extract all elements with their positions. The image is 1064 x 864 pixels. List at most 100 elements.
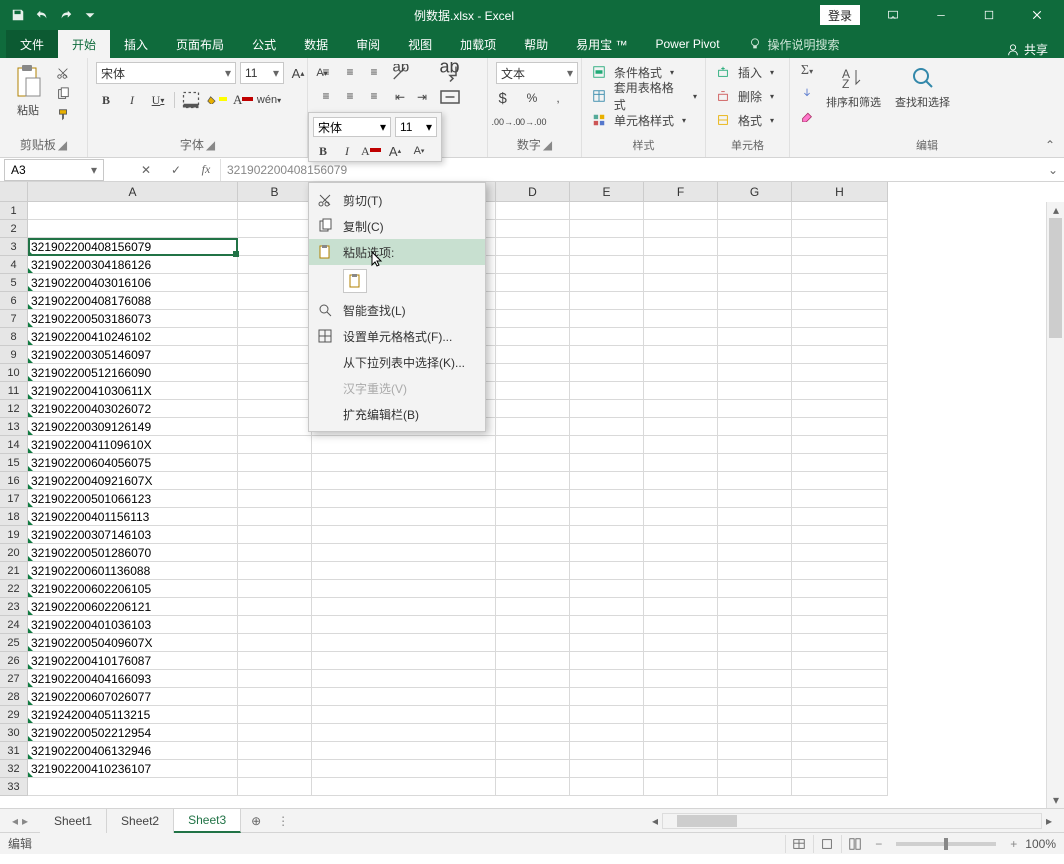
cell[interactable] [570, 544, 644, 562]
cell[interactable] [792, 346, 888, 364]
worksheet-grid[interactable]: A B C D E F G H 123321902200408156079432… [0, 182, 1064, 808]
cell[interactable] [312, 634, 496, 652]
cell[interactable] [718, 256, 792, 274]
cell[interactable] [792, 436, 888, 454]
cell[interactable] [496, 652, 570, 670]
cell[interactable] [312, 760, 496, 778]
mini-bold[interactable]: B [313, 141, 333, 161]
cell[interactable] [28, 778, 238, 796]
cell[interactable] [238, 634, 312, 652]
cell[interactable] [718, 220, 792, 238]
cell[interactable]: 321902200401156113 [28, 508, 238, 526]
cell[interactable]: 321902200404166093 [28, 670, 238, 688]
cell[interactable] [792, 490, 888, 508]
align-bottom-icon[interactable]: ≡ [364, 62, 384, 82]
cell[interactable] [312, 472, 496, 490]
cell[interactable] [644, 202, 718, 220]
scroll-down-icon[interactable]: ▾ [1047, 792, 1064, 808]
cell[interactable] [792, 634, 888, 652]
zoom-slider[interactable] [896, 842, 996, 846]
cell[interactable] [644, 490, 718, 508]
cell[interactable] [496, 274, 570, 292]
row-header[interactable]: 29 [0, 706, 28, 724]
align-center-icon[interactable]: ≡ [340, 86, 360, 106]
tab-layout[interactable]: 页面布局 [162, 30, 238, 58]
cell[interactable]: 321902200503186073 [28, 310, 238, 328]
phonetic-icon[interactable]: wén▾ [259, 90, 279, 110]
row-header[interactable]: 5 [0, 274, 28, 292]
cell[interactable]: 321902200601136088 [28, 562, 238, 580]
ctx-cut[interactable]: 剪切(T) [309, 187, 485, 213]
cell[interactable] [792, 292, 888, 310]
format-as-table-button[interactable]: 套用表格格式▾ [590, 86, 697, 106]
orientation-icon[interactable]: ab [390, 64, 410, 84]
cell[interactable] [644, 634, 718, 652]
cell[interactable] [792, 364, 888, 382]
cell[interactable] [792, 670, 888, 688]
cell[interactable] [792, 256, 888, 274]
cell[interactable] [718, 598, 792, 616]
cell[interactable]: 32190220040921607X [28, 472, 238, 490]
row-header[interactable]: 12 [0, 400, 28, 418]
row-header[interactable]: 23 [0, 598, 28, 616]
cell[interactable] [718, 778, 792, 796]
cell[interactable] [238, 724, 312, 742]
cell[interactable] [496, 634, 570, 652]
align-top-icon[interactable]: ≡ [316, 62, 336, 82]
cell[interactable] [570, 670, 644, 688]
cell[interactable] [644, 598, 718, 616]
col-header[interactable]: E [570, 182, 644, 202]
cell[interactable] [238, 364, 312, 382]
col-header[interactable]: H [792, 182, 888, 202]
cell[interactable] [644, 652, 718, 670]
ctx-pick-from-list[interactable]: 从下拉列表中选择(K)... [309, 349, 485, 375]
copy-icon[interactable] [54, 85, 72, 103]
fill-icon[interactable] [798, 84, 816, 102]
cell[interactable] [496, 364, 570, 382]
cell[interactable] [792, 472, 888, 490]
enter-edit-icon[interactable]: ✓ [162, 159, 190, 181]
cell[interactable] [496, 580, 570, 598]
row-header[interactable]: 20 [0, 544, 28, 562]
cell[interactable] [238, 580, 312, 598]
cell[interactable] [238, 598, 312, 616]
cell[interactable] [238, 202, 312, 220]
collapse-ribbon-icon[interactable]: ⌃ [1042, 137, 1058, 153]
cell[interactable] [28, 202, 238, 220]
cell[interactable] [644, 238, 718, 256]
cell[interactable] [496, 436, 570, 454]
cell[interactable] [644, 688, 718, 706]
align-middle-icon[interactable]: ≡ [340, 62, 360, 82]
cell[interactable] [496, 508, 570, 526]
cell[interactable]: 321902200403016106 [28, 274, 238, 292]
cell[interactable] [644, 706, 718, 724]
cell[interactable] [792, 220, 888, 238]
cell[interactable] [570, 472, 644, 490]
cell[interactable] [312, 670, 496, 688]
cell[interactable] [792, 562, 888, 580]
cell[interactable]: 321902200410236107 [28, 760, 238, 778]
cell[interactable] [718, 292, 792, 310]
cell[interactable] [570, 202, 644, 220]
cell[interactable] [644, 616, 718, 634]
ctx-smart-lookup[interactable]: 智能查找(L) [309, 297, 485, 323]
cell[interactable] [644, 724, 718, 742]
sheet-tab[interactable]: Sheet1 [40, 809, 107, 833]
bold-button[interactable]: B [96, 90, 116, 110]
sheet-nav[interactable]: ◂▸ [0, 814, 40, 828]
cell[interactable] [792, 202, 888, 220]
cell[interactable] [238, 274, 312, 292]
cell[interactable] [238, 616, 312, 634]
cell[interactable] [238, 310, 312, 328]
cell[interactable] [644, 760, 718, 778]
cell[interactable] [644, 472, 718, 490]
increase-font-icon[interactable]: A▴ [288, 63, 308, 83]
cell[interactable] [718, 346, 792, 364]
cell[interactable]: 321902200304186126 [28, 256, 238, 274]
cell[interactable]: 321902200502212954 [28, 724, 238, 742]
cell[interactable] [570, 688, 644, 706]
cell[interactable] [644, 454, 718, 472]
cell[interactable] [718, 562, 792, 580]
dialog-launcher-icon[interactable]: ◢ [543, 138, 552, 152]
cell[interactable] [312, 688, 496, 706]
